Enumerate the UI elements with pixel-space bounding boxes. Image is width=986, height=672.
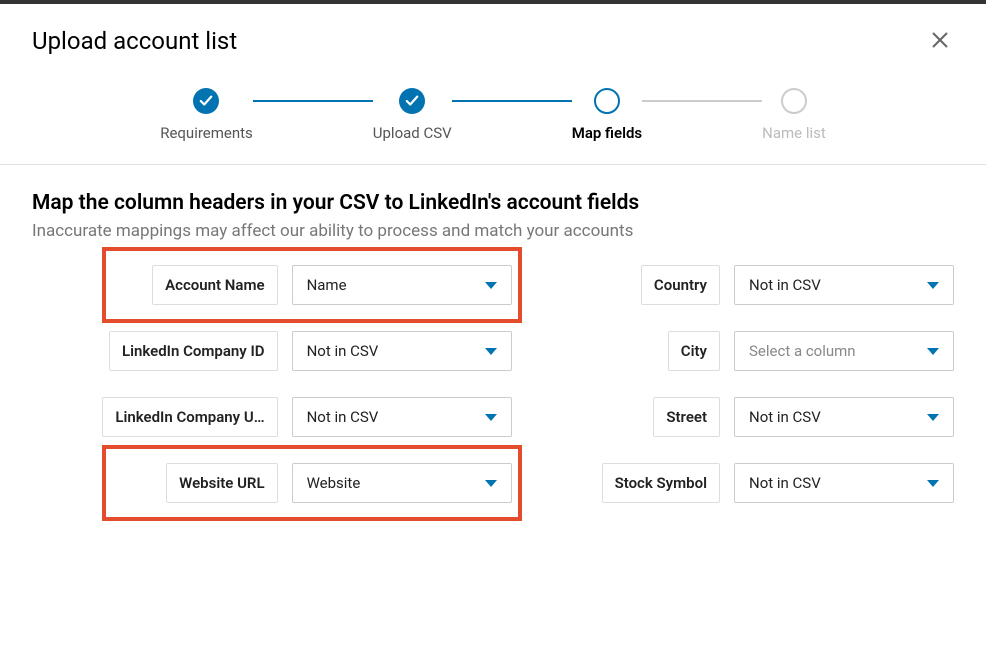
- chevron-down-icon: [927, 348, 939, 355]
- field-label: LinkedIn Company ID: [109, 331, 278, 371]
- check-icon: [399, 88, 425, 114]
- chevron-down-icon: [927, 414, 939, 421]
- field-label: Website URL: [166, 463, 277, 503]
- dropdown-value: Not in CSV: [307, 342, 379, 360]
- step-label: Requirements: [160, 124, 253, 142]
- dropdown-value: Not in CSV: [749, 408, 821, 426]
- step-connector: [253, 100, 373, 102]
- mapping-row-linkedin-company-id: LinkedIn Company ID Not in CSV: [32, 331, 512, 371]
- step-label: Upload CSV: [373, 124, 452, 142]
- close-icon: [930, 26, 950, 56]
- chevron-down-icon: [927, 282, 939, 289]
- modal-title: Upload account list: [32, 27, 237, 55]
- chevron-down-icon: [485, 282, 497, 289]
- dropdown-account-name[interactable]: Name: [292, 265, 512, 305]
- step-connector: [642, 100, 762, 102]
- step-label: Map fields: [572, 124, 642, 142]
- content-title: Map the column headers in your CSV to Li…: [32, 191, 954, 215]
- step-connector: [452, 100, 572, 102]
- content-area: Map the column headers in your CSV to Li…: [0, 165, 986, 529]
- field-label: Street: [653, 397, 720, 437]
- step-circle-active: [594, 88, 620, 114]
- mapping-row-city: City Select a column: [602, 331, 954, 371]
- field-label: City: [668, 331, 720, 371]
- step-upload-csv: Upload CSV: [373, 88, 452, 142]
- field-label: LinkedIn Company U…: [102, 397, 277, 437]
- check-icon: [193, 88, 219, 114]
- dropdown-value: Not in CSV: [749, 276, 821, 294]
- modal-header: Upload account list: [0, 4, 986, 76]
- dropdown-street[interactable]: Not in CSV: [734, 397, 954, 437]
- mapping-row-website-url: Website URL Website: [32, 463, 512, 503]
- field-label: Account Name: [152, 265, 277, 305]
- field-label: Country: [641, 265, 720, 305]
- mapping-col-left: Account Name Name LinkedIn Company ID No…: [32, 265, 512, 503]
- dropdown-value: Not in CSV: [749, 474, 821, 492]
- step-label: Name list: [762, 124, 826, 142]
- mapping-grid: Account Name Name LinkedIn Company ID No…: [32, 265, 954, 503]
- dropdown-value: Website: [307, 474, 361, 492]
- mapping-row-account-name: Account Name Name: [32, 265, 512, 305]
- step-name-list: Name list: [762, 88, 826, 142]
- dropdown-linkedin-company-url[interactable]: Not in CSV: [292, 397, 512, 437]
- mapping-row-street: Street Not in CSV: [602, 397, 954, 437]
- step-requirements: Requirements: [160, 88, 253, 142]
- content-subtitle: Inaccurate mappings may affect our abili…: [32, 221, 954, 241]
- field-label: Stock Symbol: [602, 463, 720, 503]
- mapping-row-country: Country Not in CSV: [602, 265, 954, 305]
- dropdown-value: Not in CSV: [307, 408, 379, 426]
- chevron-down-icon: [485, 414, 497, 421]
- dropdown-value: Select a column: [749, 342, 856, 360]
- chevron-down-icon: [927, 480, 939, 487]
- mapping-row-linkedin-company-url: LinkedIn Company U… Not in CSV: [32, 397, 512, 437]
- chevron-down-icon: [485, 480, 497, 487]
- dropdown-value: Name: [307, 276, 347, 294]
- dropdown-linkedin-company-id[interactable]: Not in CSV: [292, 331, 512, 371]
- mapping-row-stock-symbol: Stock Symbol Not in CSV: [602, 463, 954, 503]
- chevron-down-icon: [485, 348, 497, 355]
- dropdown-city[interactable]: Select a column: [734, 331, 954, 371]
- step-circle-pending: [781, 88, 807, 114]
- dropdown-country[interactable]: Not in CSV: [734, 265, 954, 305]
- close-button[interactable]: [926, 24, 954, 58]
- dropdown-website-url[interactable]: Website: [292, 463, 512, 503]
- step-map-fields: Map fields: [572, 88, 642, 142]
- stepper: Requirements Upload CSV Map fields Name …: [0, 76, 986, 165]
- dropdown-stock-symbol[interactable]: Not in CSV: [734, 463, 954, 503]
- mapping-col-right: Country Not in CSV City Select a column …: [602, 265, 954, 503]
